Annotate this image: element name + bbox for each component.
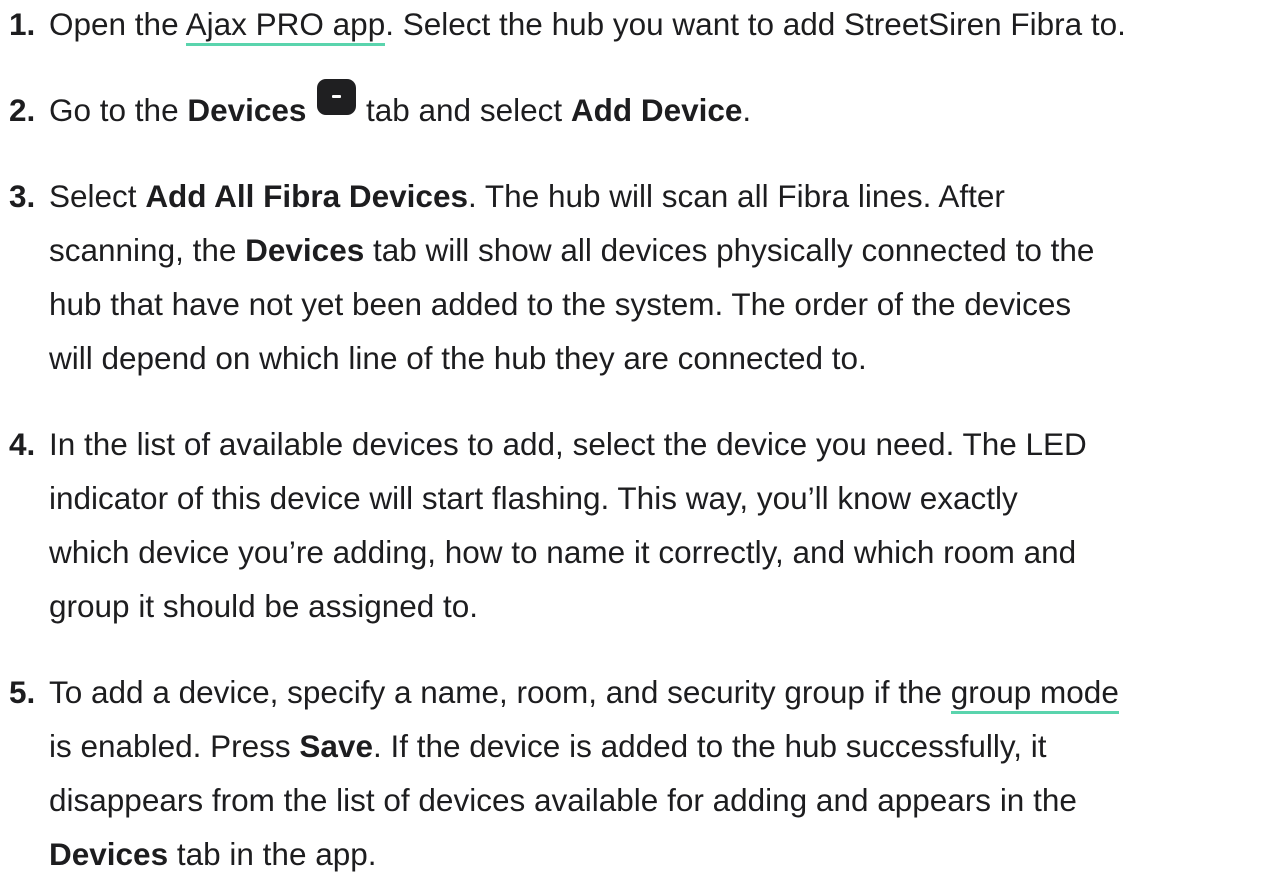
step-1: 1. Open the Ajax PRO app. Select the hub… [0, 0, 1279, 51]
devices-term: Devices [245, 232, 365, 268]
add-all-fibra-devices-term: Add All Fibra Devices [145, 178, 468, 214]
group-mode-link[interactable]: group mode [950, 674, 1119, 714]
devices-tab-icon [317, 79, 357, 115]
step-text: scanning, the [49, 232, 246, 268]
step-line: indicator of this device will start flas… [49, 480, 1018, 516]
step-3: 3. Select Add All Fibra Devices. The hub… [0, 169, 1279, 385]
step-text: tab in the app. [168, 836, 377, 872]
step-line: scanning, the Devices tab will show all … [49, 223, 1279, 277]
step-text: . Select the hub you want to add StreetS… [385, 6, 1126, 42]
step-text: . [742, 92, 752, 128]
step-text: Select [49, 178, 146, 214]
devices-term: Devices [49, 836, 169, 872]
step-text: Go to the [49, 92, 188, 128]
step-text: tab and select [357, 92, 571, 128]
step-number: 1. [9, 6, 36, 42]
step-number: 3. [9, 178, 36, 214]
step-text: . If the device is added to the hub succ… [372, 728, 1047, 764]
step-line: hub that have not yet been added to the … [49, 286, 1072, 322]
step-number: 2. [9, 92, 36, 128]
add-device-term: Add Device [570, 92, 743, 128]
step-line: Open the Ajax PRO app. Select the hub yo… [49, 0, 1279, 51]
step-line: is enabled. Press Save. If the device is… [49, 719, 1279, 773]
ajax-pro-app-link[interactable]: Ajax PRO app [185, 6, 386, 46]
step-line: which device you’re adding, how to name … [49, 534, 1077, 570]
step-text: tab will show all devices physically con… [364, 232, 1095, 268]
save-term: Save [299, 728, 373, 764]
step-line: will depend on which line of the hub the… [49, 340, 867, 376]
step-line: disappears from the list of devices avai… [49, 782, 1077, 818]
step-line: In the list of available devices to add,… [49, 426, 1087, 462]
step-text: Open the [49, 6, 186, 42]
step-text: To add a device, specify a name, room, a… [49, 674, 951, 710]
step-4: 4. In the list of available devices to a… [0, 417, 1279, 633]
step-number: 4. [9, 426, 36, 462]
step-2: 2. Go to the Devices tab and select Add … [0, 79, 1279, 137]
step-text: is enabled. Press [49, 728, 300, 764]
step-line: To add a device, specify a name, room, a… [49, 665, 1279, 719]
step-line: group it should be assigned to. [49, 588, 479, 624]
step-number: 5. [9, 674, 36, 710]
step-line: Go to the Devices tab and select Add Dev… [49, 79, 1279, 137]
step-text: . The hub will scan all Fibra lines. Aft… [468, 178, 1005, 214]
devices-term: Devices [187, 92, 307, 128]
step-line: Devices tab in the app. [49, 827, 1279, 881]
step-5: 5. To add a device, specify a name, room… [0, 665, 1279, 881]
instruction-steps: 1. Open the Ajax PRO app. Select the hub… [0, 0, 1279, 881]
step-line: Select Add All Fibra Devices. The hub wi… [49, 169, 1279, 223]
